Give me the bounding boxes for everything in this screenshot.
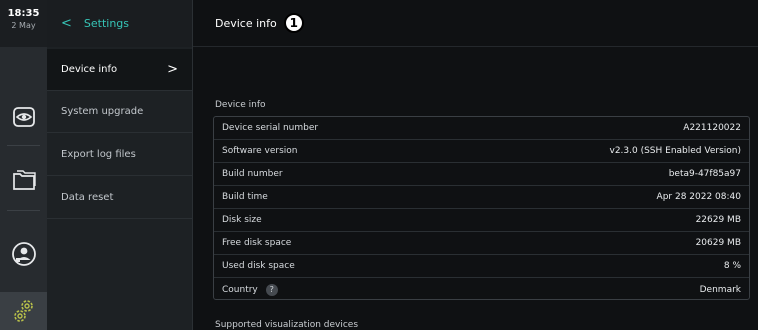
row-value: 20629 MB [695,238,741,248]
clock: 18:35 2 May [0,0,47,47]
clock-time: 18:35 [7,8,40,19]
menu-item-system-upgrade[interactable]: System upgrade [47,91,192,133]
row-value: v2.3.0 (SSH Enabled Version) [609,146,742,156]
table-row: Software version v2.3.0 (SSH Enabled Ver… [214,140,749,163]
row-key: Software version [222,146,298,156]
row-key: Used disk space [222,261,295,271]
callout-marker: 1 [283,13,304,33]
back-chevron-icon[interactable]: < [61,16,72,31]
menu-item-label: Export log files [61,149,136,160]
row-value: A221120022 [683,123,741,133]
settings-menu: < Settings Device info > System upgrade … [47,0,193,330]
menu-item-label: System upgrade [61,106,144,117]
eye-icon[interactable] [0,97,47,137]
row-value: Denmark [699,284,741,295]
table-row: Device serial number A221120022 [214,117,749,140]
table-row: Build time Apr 28 2022 08:40 [214,186,749,209]
help-icon[interactable]: ? [265,283,278,296]
folder-icon[interactable] [0,160,47,200]
settings-title: Settings [83,17,130,30]
menu-item-data-reset[interactable]: Data reset [47,177,192,219]
page-header: Device info 1 [193,0,758,47]
menu-item-label: Device info [61,64,118,75]
table-row: Used disk space 8 % [214,255,749,278]
row-value: beta9-47f85a97 [668,169,741,179]
row-key-label: Country [222,284,258,295]
settings-back-header[interactable]: < Settings [47,0,192,47]
row-key: Country ? [222,283,278,296]
clock-date: 2 May [11,21,36,30]
row-key: Disk size [222,215,262,225]
section-label-supported-devices: Supported visualization devices [215,320,359,330]
settings-gear-icon[interactable] [0,292,47,330]
page-title: Device info [215,16,277,30]
row-key: Build number [222,169,283,179]
table-row: Free disk space 20629 MB [214,232,749,255]
menu-item-label: Data reset [61,192,114,203]
row-value: Apr 28 2022 08:40 [656,192,741,202]
rail-divider [7,210,40,211]
device-info-table: Device serial number A221120022 Software… [213,116,750,300]
table-row: Build number beta9-47f85a97 [214,163,749,186]
row-key: Build time [222,192,268,202]
row-key: Device serial number [222,123,319,133]
menu-item-device-info[interactable]: Device info > [47,49,192,91]
table-row: Disk size 22629 MB [214,209,749,232]
section-label-device-info: Device info [215,100,266,110]
menu-item-export-log-files[interactable]: Export log files [47,134,192,176]
left-rail: 18:35 2 May [0,0,47,330]
main-panel: Device info 1 Device info Device serial … [193,0,758,330]
chevron-right-icon: > [167,62,178,77]
table-row: Country ? Denmark [214,278,749,301]
user-icon[interactable] [0,234,47,274]
row-key: Free disk space [222,238,292,248]
row-value: 22629 MB [695,215,741,225]
rail-divider [7,145,40,146]
row-value: 8 % [723,261,741,271]
